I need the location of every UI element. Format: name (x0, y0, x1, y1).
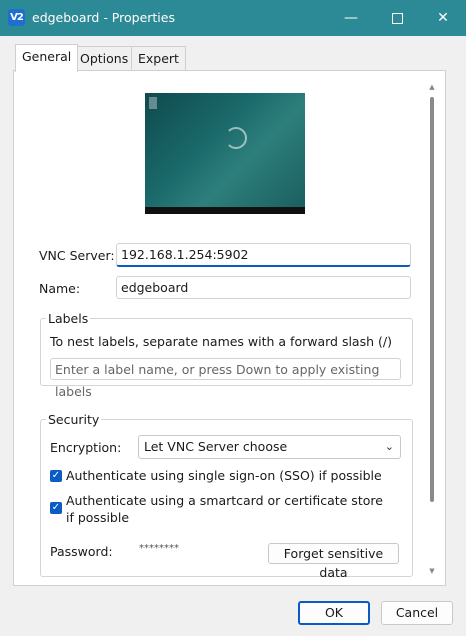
vnc-server-label: VNC Server: (39, 248, 115, 263)
smartcard-checkbox-label[interactable]: Authenticate using a smartcard or certif… (66, 492, 386, 526)
cancel-button[interactable]: Cancel (381, 601, 453, 625)
smartcard-checkbox[interactable]: ✓ (50, 502, 62, 514)
preview-taskbar (145, 207, 305, 214)
desktop-icons (149, 97, 157, 109)
maximize-button[interactable] (374, 0, 420, 36)
debian-swirl-logo (225, 127, 247, 149)
tab-options[interactable]: Options (73, 46, 136, 71)
ok-button[interactable]: OK (298, 601, 370, 625)
labels-hint-text: To nest labels, separate names with a fo… (50, 334, 392, 349)
tab-expert[interactable]: Expert (131, 46, 186, 71)
encryption-select[interactable]: Let VNC Server choose ⌄ (138, 435, 401, 459)
encryption-selected-value: Let VNC Server choose (144, 439, 288, 454)
title-bar: V2 edgeboard - Properties — ✕ (0, 0, 466, 36)
password-label: Password: (50, 544, 113, 559)
forget-sensitive-data-button[interactable]: Forget sensitive data (268, 543, 399, 580)
tab-general[interactable]: General (15, 44, 79, 72)
password-masked-value: ******** (139, 543, 179, 554)
minimize-button[interactable]: — (328, 0, 374, 36)
maximize-icon (391, 12, 403, 24)
scroll-down-arrow-icon[interactable]: ▼ (427, 566, 437, 576)
scroll-up-arrow-icon[interactable]: ▲ (427, 82, 437, 92)
window-title: edgeboard - Properties (32, 10, 175, 25)
sso-checkbox-label[interactable]: Authenticate using single sign-on (SSO) … (66, 467, 382, 484)
label-name-input[interactable]: Enter a label name, or press Down to app… (50, 358, 401, 399)
encryption-label: Encryption: (50, 440, 122, 455)
name-input[interactable]: edgeboard (116, 276, 411, 299)
vertical-scrollbar[interactable]: ▲ ▼ (427, 82, 437, 578)
vnc-server-input[interactable]: 192.168.1.254:5902 (116, 243, 411, 267)
scrollbar-thumb[interactable] (430, 97, 434, 502)
desktop-preview-thumbnail (145, 93, 305, 214)
security-group-title: Security (46, 412, 102, 427)
sso-checkbox[interactable]: ✓ (50, 470, 62, 482)
vnc-viewer-app-icon: V2 (8, 9, 25, 26)
labels-group-title: Labels (46, 311, 91, 326)
name-label: Name: (39, 281, 81, 296)
chevron-down-icon: ⌄ (384, 440, 394, 453)
close-button[interactable]: ✕ (420, 0, 466, 36)
